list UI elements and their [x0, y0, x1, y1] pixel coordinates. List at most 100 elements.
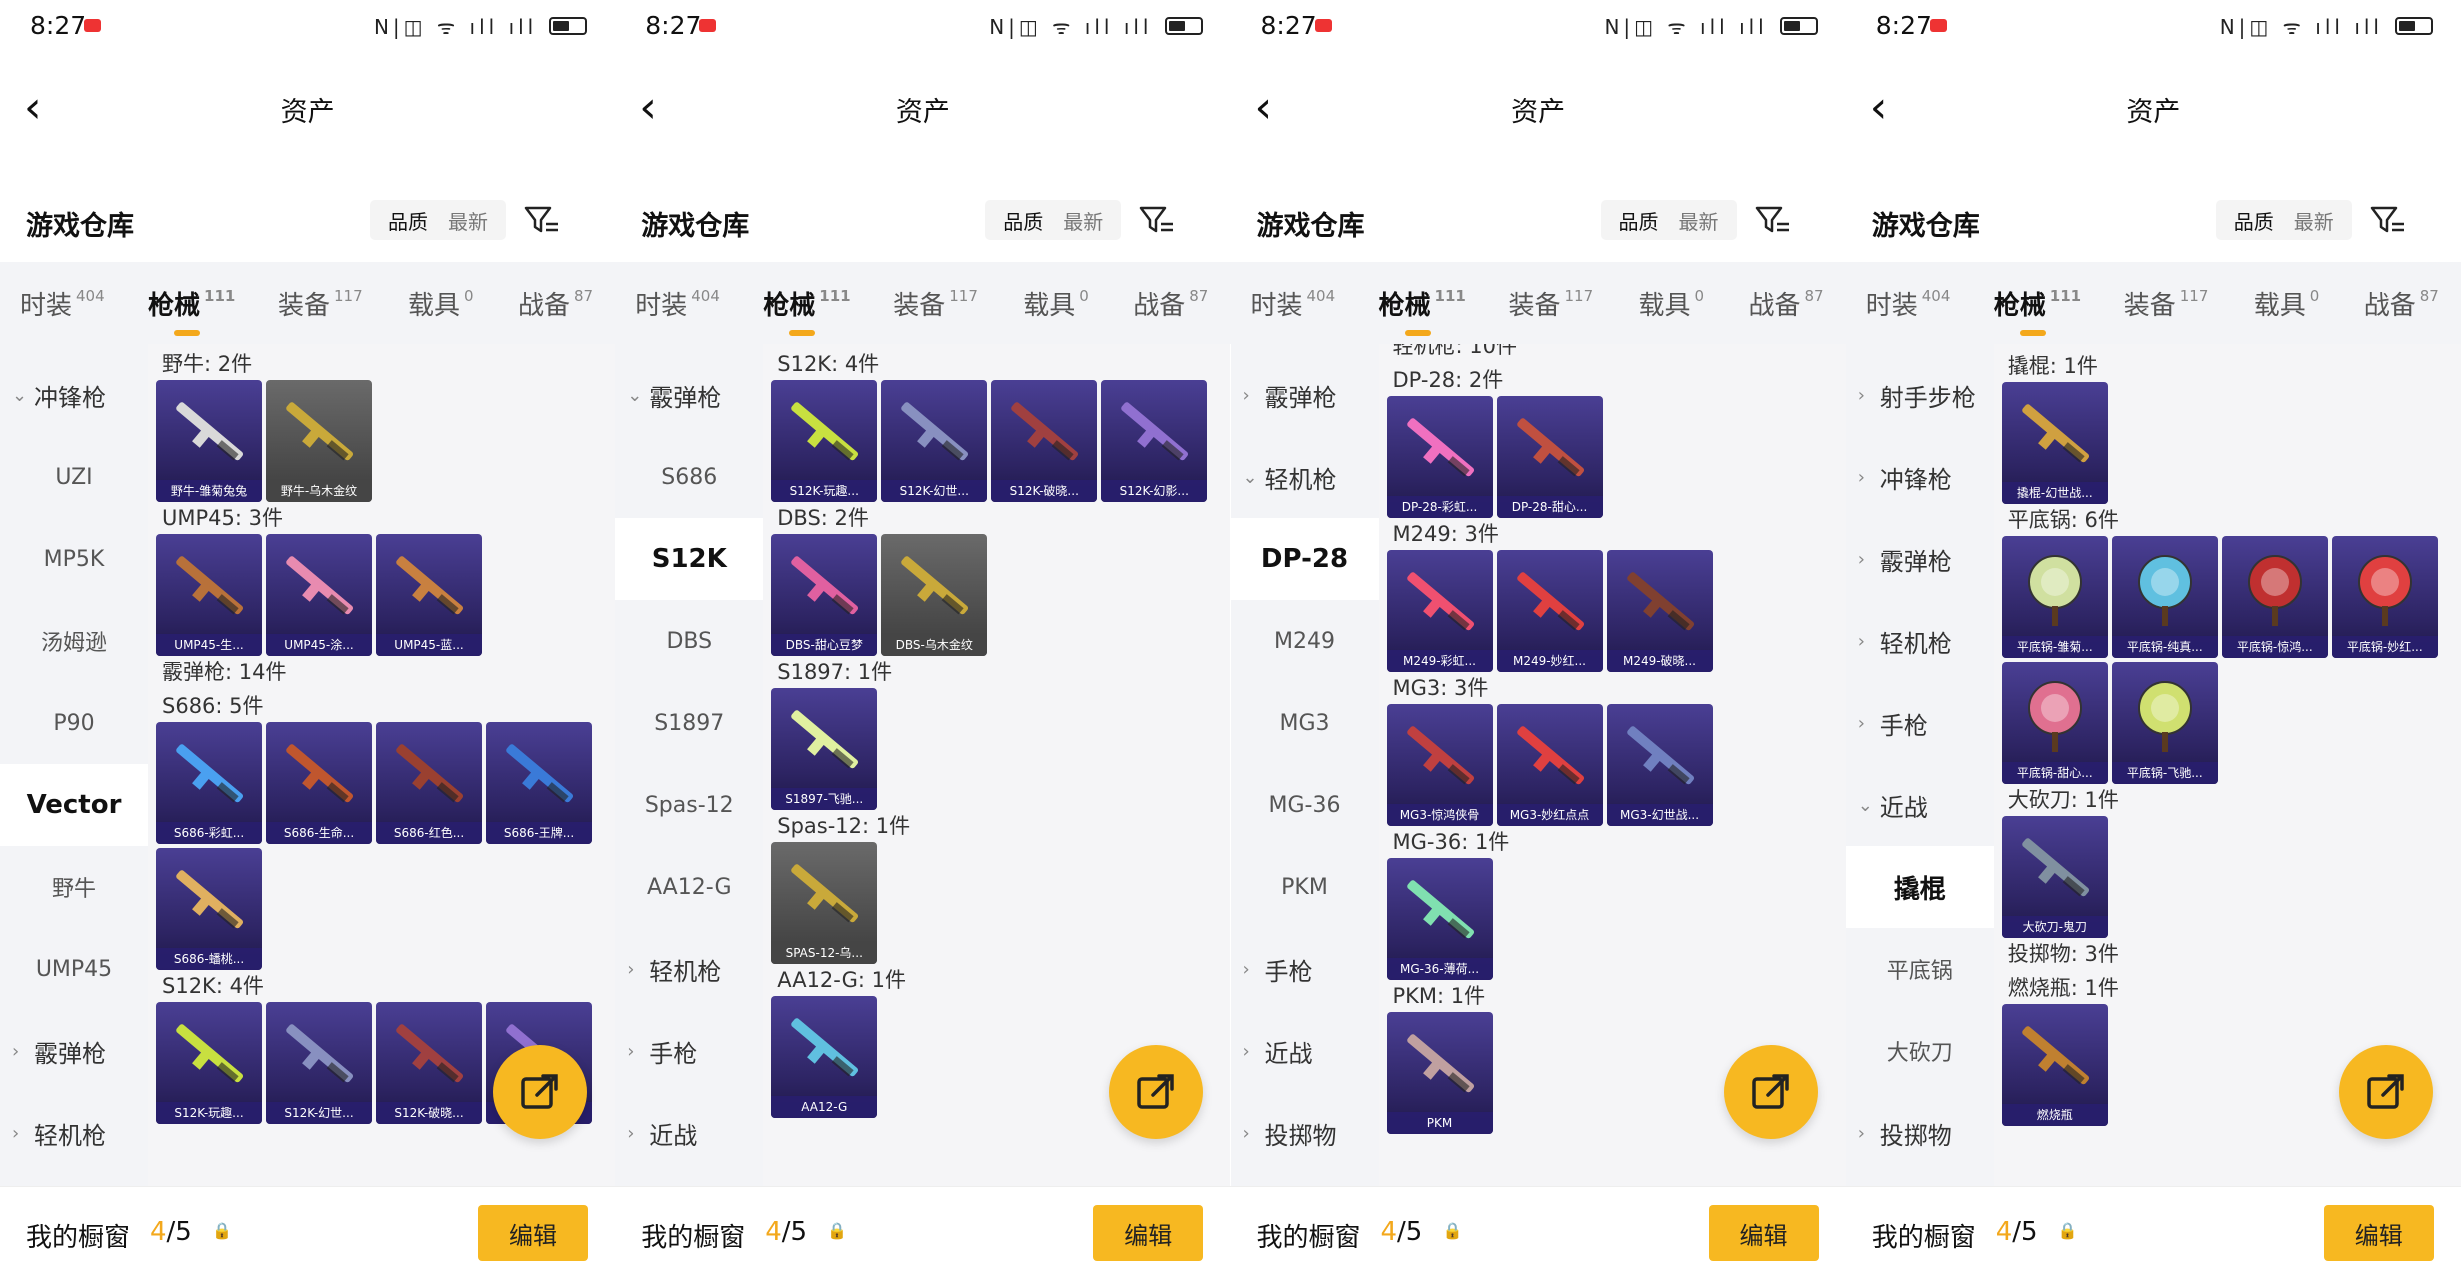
tab-4[interactable]: 战备 87 [1749, 285, 1824, 322]
item-card[interactable]: 撬棍-幻世战... [2001, 382, 2108, 504]
item-card[interactable]: DP-28-甜心... [1496, 396, 1603, 518]
item-card[interactable]: SPAS-12-乌... [771, 842, 878, 964]
item-card[interactable]: S1897-飞驰... [771, 688, 878, 810]
edit-button[interactable]: 编辑 [1708, 1205, 1819, 1261]
sidebar-group[interactable]: › 投掷物 [1846, 1092, 1994, 1174]
sidebar-group[interactable]: ⌄ 轻机枪 [1231, 436, 1379, 518]
sort-quality-option[interactable]: 品质 [2224, 206, 2284, 235]
tab-4[interactable]: 战备 87 [518, 285, 593, 322]
item-card[interactable]: S12K-破晓... [376, 1002, 482, 1124]
item-card[interactable]: S12K-破晓... [991, 380, 1098, 502]
share-fab-button[interactable] [1108, 1045, 1203, 1139]
tab-3[interactable]: 载具 0 [2254, 285, 2320, 322]
item-card[interactable]: S12K-幻影... [1101, 380, 1208, 502]
share-fab-button[interactable] [1723, 1045, 1818, 1139]
sidebar-item[interactable]: AA12-G [615, 846, 763, 928]
sidebar-group[interactable]: › 近战 [615, 1092, 763, 1174]
item-card[interactable]: S12K-幻世... [266, 1002, 372, 1124]
sidebar-item[interactable]: 撬棍 [1845, 846, 1994, 928]
sidebar-group[interactable]: ⌄ 冲锋枪 [0, 354, 148, 436]
sidebar-group[interactable]: › 射手步枪 [1846, 354, 1994, 436]
item-card[interactable]: S686-红色... [376, 722, 482, 844]
sidebar-item[interactable]: DBS [615, 600, 763, 682]
item-card[interactable]: M249-彩虹... [1386, 550, 1493, 672]
sidebar-group[interactable]: › 轻机枪 [1846, 600, 1994, 682]
item-card[interactable]: M249-妙红... [1496, 550, 1603, 672]
tab-3[interactable]: 载具 0 [1023, 285, 1089, 322]
edit-button[interactable]: 编辑 [478, 1205, 588, 1261]
sidebar-group[interactable]: › 手枪 [1231, 928, 1379, 1010]
sidebar-group[interactable]: › 近战 [1231, 1010, 1379, 1092]
item-card[interactable]: UMP45-生... [156, 534, 262, 656]
item-card[interactable]: 平底锅-甜心... [2001, 662, 2108, 784]
tab-1[interactable]: 枪械 111 [1994, 285, 2081, 336]
sort-quality-option[interactable]: 品质 [993, 206, 1053, 235]
item-card[interactable]: AA12-G [771, 996, 878, 1118]
tab-3[interactable]: 载具 0 [1639, 285, 1705, 322]
item-card[interactable]: PKM [1386, 1012, 1493, 1134]
item-card[interactable]: MG-36-薄荷... [1386, 858, 1493, 980]
sidebar-group[interactable]: › 霰弹枪 [1231, 354, 1379, 436]
filter-icon[interactable] [1137, 200, 1177, 240]
sort-newest-option[interactable]: 最新 [438, 206, 498, 235]
sidebar-item[interactable]: 平底锅 [1846, 928, 1994, 1010]
tab-1[interactable]: 枪械 111 [763, 285, 851, 336]
edit-button[interactable]: 编辑 [2323, 1205, 2434, 1261]
item-card[interactable]: M249-破晓... [1606, 550, 1713, 672]
tab-2[interactable]: 装备 117 [893, 285, 978, 322]
item-card[interactable]: DBS-甜心豆梦 [771, 534, 878, 656]
tab-1[interactable]: 枪械 111 [148, 285, 235, 336]
sidebar-group[interactable]: › 手枪 [615, 1010, 763, 1092]
item-card[interactable]: 野牛-乌木金纹 [266, 380, 372, 502]
sort-quality-option[interactable]: 品质 [1609, 206, 1669, 235]
sidebar-group[interactable]: › 投掷物 [1231, 1092, 1379, 1174]
item-card[interactable]: UMP45-涂... [266, 534, 372, 656]
tab-1[interactable]: 枪械 111 [1379, 285, 1466, 336]
item-card[interactable]: 大砍刀-鬼刀 [2001, 816, 2108, 938]
item-card[interactable]: 平底锅-惊鸿... [2221, 536, 2328, 658]
tab-0[interactable]: 时装 404 [635, 285, 720, 322]
sidebar-item[interactable]: Spas-12 [615, 764, 763, 846]
item-card[interactable]: 平底锅-雏菊... [2001, 536, 2108, 658]
share-fab-button[interactable] [2339, 1045, 2433, 1139]
item-card[interactable]: 平底锅-妙红... [2331, 536, 2438, 658]
sidebar-group[interactable]: › 轻机枪 [615, 928, 763, 1010]
item-card[interactable]: MG3-惊鸿侠骨 [1386, 704, 1493, 826]
edit-button[interactable]: 编辑 [1093, 1205, 1204, 1261]
sidebar-group[interactable]: › 霰弹枪 [1846, 518, 1994, 600]
item-card[interactable]: S686-王牌... [486, 722, 592, 844]
item-card[interactable]: MG3-幻世战... [1606, 704, 1713, 826]
item-card[interactable]: S12K-玩趣... [156, 1002, 262, 1124]
sidebar-item[interactable]: M249 [1231, 600, 1379, 682]
sort-newest-option[interactable]: 最新 [1053, 206, 1113, 235]
item-card[interactable]: S686-彩虹... [156, 722, 262, 844]
sidebar-group[interactable]: › 冲锋枪 [1846, 436, 1994, 518]
item-card[interactable]: S686-生命... [266, 722, 372, 844]
tab-0[interactable]: 时装 404 [1866, 285, 1951, 322]
sidebar-item[interactable]: S686 [615, 436, 763, 518]
item-card[interactable]: 平底锅-纯真... [2111, 536, 2218, 658]
sidebar-item[interactable]: P90 [0, 682, 148, 764]
sidebar-item[interactable]: UMP45 [0, 928, 148, 1010]
sidebar-item[interactable]: 汤姆逊 [0, 600, 148, 682]
tab-4[interactable]: 战备 87 [2364, 285, 2439, 322]
sort-quality-option[interactable]: 品质 [378, 206, 438, 235]
item-card[interactable]: DP-28-彩虹... [1386, 396, 1493, 518]
sidebar-item[interactable]: DP-28 [1230, 518, 1379, 600]
sidebar-item[interactable]: MP5K [0, 518, 148, 600]
filter-icon[interactable] [522, 200, 562, 240]
share-fab-button[interactable] [493, 1045, 588, 1139]
tab-2[interactable]: 装备 117 [2124, 285, 2209, 322]
sidebar-group[interactable]: › 轻机枪 [0, 1092, 148, 1174]
sidebar-item[interactable]: MG-36 [1231, 764, 1379, 846]
tab-0[interactable]: 时装 404 [20, 285, 105, 322]
sidebar-item[interactable]: UZI [0, 436, 148, 518]
item-card[interactable]: DBS-乌木金纹 [881, 534, 988, 656]
item-card[interactable]: 野牛-雏菊兔兔 [156, 380, 262, 502]
sidebar-group[interactable]: › 霰弹枪 [0, 1010, 148, 1092]
tab-0[interactable]: 时装 404 [1251, 285, 1336, 322]
item-card[interactable]: S12K-幻世... [881, 380, 988, 502]
item-card[interactable]: S686-蟠桃... [156, 848, 262, 970]
filter-icon[interactable] [1753, 200, 1793, 240]
filter-icon[interactable] [2368, 200, 2408, 240]
